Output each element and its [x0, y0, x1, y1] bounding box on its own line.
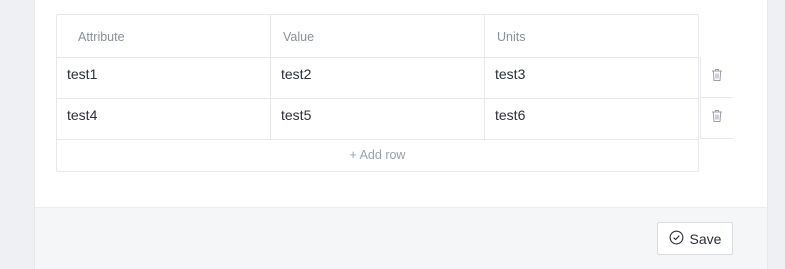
column-header-units: Units: [497, 30, 526, 44]
attribute-cell[interactable]: test1: [57, 58, 271, 98]
save-button-label: Save: [689, 230, 722, 247]
save-button[interactable]: Save: [657, 222, 733, 255]
add-row-button[interactable]: + Add row: [57, 140, 698, 171]
delete-row-button[interactable]: [700, 57, 733, 98]
units-cell[interactable]: test6: [485, 99, 698, 139]
delete-row-button[interactable]: [700, 98, 733, 139]
value-cell[interactable]: test5: [271, 99, 485, 139]
table-header-row: Attribute Value Units: [57, 15, 698, 58]
trash-icon: [711, 109, 723, 128]
column-header-value: Value: [271, 15, 485, 57]
row-actions-column: [700, 14, 733, 139]
table-row: test1 test2 test3: [57, 58, 698, 99]
attribute-cell[interactable]: test4: [57, 99, 271, 139]
column-header-attribute: Attribute: [57, 15, 271, 57]
trash-icon: [711, 68, 723, 87]
check-circle-icon: [669, 230, 684, 248]
value-cell[interactable]: test2: [271, 58, 485, 98]
units-cell[interactable]: test3: [485, 58, 698, 98]
card-footer: Save: [35, 207, 767, 269]
attributes-table: Attribute Value Units test1 test2 test3 …: [56, 14, 699, 172]
table-row: test4 test5 test6: [57, 99, 698, 140]
attributes-card: Attribute Value Units test1 test2 test3 …: [34, 0, 768, 269]
